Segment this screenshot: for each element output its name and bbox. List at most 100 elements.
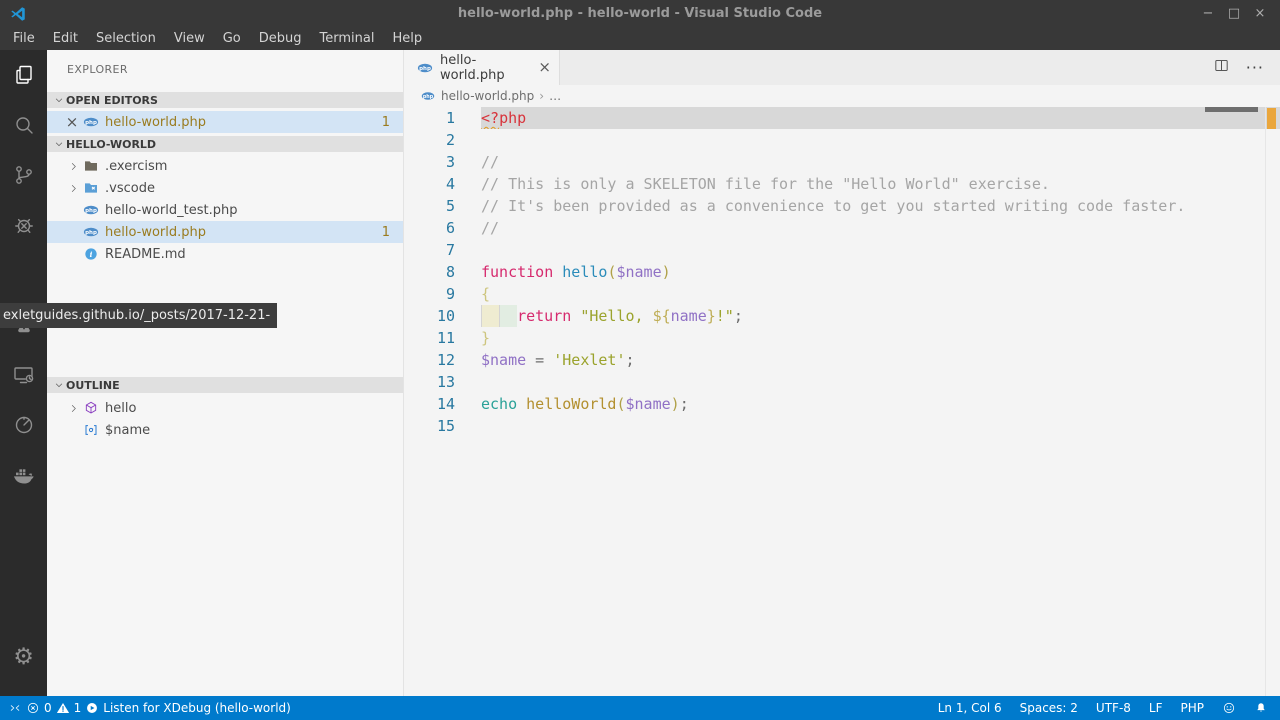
- file-tree: .exercism .vscodephphello-world_test.phpp…: [47, 155, 403, 265]
- minimize-button[interactable]: −: [1196, 3, 1220, 25]
- code-token: <?: [481, 109, 499, 127]
- menu-item-go[interactable]: Go: [214, 29, 250, 48]
- play-circle-icon: [85, 701, 99, 715]
- file-item-hello-world-test.php[interactable]: phphello-world_test.php: [47, 199, 403, 221]
- sidebar-title: EXPLORER: [47, 50, 403, 89]
- smiley-icon: [1222, 701, 1236, 715]
- menu-item-terminal[interactable]: Terminal: [311, 29, 384, 48]
- smiley-icon[interactable]: [1222, 701, 1236, 715]
- code-line[interactable]: 1<?php: [404, 107, 1280, 129]
- line-number[interactable]: 6: [404, 217, 481, 239]
- timer-icon[interactable]: [0, 400, 47, 450]
- code-line[interactable]: 9{: [404, 283, 1280, 305]
- chevron-right-icon[interactable]: [64, 161, 82, 172]
- code-line[interactable]: 2: [404, 129, 1280, 151]
- chevron-right-icon: ›: [539, 89, 544, 103]
- code-token: ;: [734, 307, 743, 325]
- code-line[interactable]: 8function hello($name): [404, 261, 1280, 283]
- line-number[interactable]: 8: [404, 261, 481, 283]
- status-label: PHP: [1181, 701, 1205, 715]
- open-editor-hello-world.php[interactable]: ×phphello-world.php1: [47, 111, 403, 133]
- line-number[interactable]: 15: [404, 415, 481, 437]
- menu-item-selection[interactable]: Selection: [87, 29, 165, 48]
- file-item-.vscode[interactable]: .vscode: [47, 177, 403, 199]
- status-utf-8[interactable]: UTF-8: [1096, 701, 1131, 715]
- menu-item-file[interactable]: File: [4, 29, 44, 48]
- bell-icon[interactable]: [1254, 701, 1268, 715]
- file-item-.exercism[interactable]: .exercism: [47, 155, 403, 177]
- menu-item-edit[interactable]: Edit: [44, 29, 87, 48]
- vscode-window: hello-world.php - hello-world - Visual S…: [0, 0, 1280, 720]
- open-editors-header[interactable]: OPEN EDITORS: [47, 92, 403, 108]
- close-icon[interactable]: ×: [64, 115, 80, 130]
- search-icon[interactable]: [0, 100, 47, 150]
- outline-item-hello[interactable]: hello: [47, 397, 403, 419]
- line-number[interactable]: 11: [404, 327, 481, 349]
- remote-monitor-icon[interactable]: [0, 350, 47, 400]
- outline-item--name[interactable]: $name: [47, 419, 403, 441]
- outline-label: OUTLINE: [66, 379, 120, 392]
- menu-item-view[interactable]: View: [165, 29, 214, 48]
- overview-ruler[interactable]: [1265, 107, 1280, 696]
- outline-header[interactable]: OUTLINE: [47, 377, 403, 393]
- line-number[interactable]: 13: [404, 371, 481, 393]
- status-spaces-2[interactable]: Spaces: 2: [1020, 701, 1078, 715]
- remote-icon[interactable]: [8, 701, 22, 715]
- remote-icon: [8, 701, 22, 715]
- line-number[interactable]: 1: [404, 107, 481, 129]
- line-number[interactable]: 12: [404, 349, 481, 371]
- settings-gear-icon[interactable]: ⚙: [0, 632, 47, 682]
- code-line[interactable]: 3//: [404, 151, 1280, 173]
- line-number[interactable]: 2: [404, 129, 481, 151]
- line-number[interactable]: 4: [404, 173, 481, 195]
- debug-icon[interactable]: [0, 200, 47, 250]
- line-number[interactable]: 5: [404, 195, 481, 217]
- status-ln-1-col-6[interactable]: Ln 1, Col 6: [938, 701, 1002, 715]
- chevron-down-icon: [52, 95, 66, 105]
- chevron-right-icon[interactable]: [64, 183, 82, 194]
- error-icon[interactable]: 0: [26, 701, 52, 715]
- code-token: [553, 263, 562, 281]
- warning-marker: [1267, 108, 1276, 129]
- play-circle-icon[interactable]: Listen for XDebug (hello-world): [85, 701, 291, 715]
- line-number[interactable]: 10: [404, 305, 481, 327]
- file-item-hello-world.php[interactable]: phphello-world.php1: [47, 221, 403, 243]
- source-control-icon[interactable]: [0, 150, 47, 200]
- code-line[interactable]: 15: [404, 415, 1280, 437]
- file-item-readme.md[interactable]: iREADME.md: [47, 243, 403, 265]
- code-line[interactable]: 14echo helloWorld($name);: [404, 393, 1280, 415]
- close-button[interactable]: ×: [1248, 3, 1272, 25]
- breadcrumb-file[interactable]: hello-world.php: [441, 89, 534, 103]
- code-line[interactable]: 10return "Hello, ${name}!";: [404, 305, 1280, 327]
- code-line[interactable]: 12$name = 'Hexlet';: [404, 349, 1280, 371]
- code-line[interactable]: 7: [404, 239, 1280, 261]
- chevron-right-icon[interactable]: [64, 403, 82, 414]
- tab-hello-world-php[interactable]: php hello-world.php ×: [404, 50, 560, 85]
- code-line[interactable]: 6//: [404, 217, 1280, 239]
- maximize-button[interactable]: □: [1222, 3, 1246, 25]
- code-line[interactable]: 13: [404, 371, 1280, 393]
- item-label: .exercism: [105, 159, 167, 174]
- status-lf[interactable]: LF: [1149, 701, 1163, 715]
- code-line[interactable]: 4// This is only a SKELETON file for the…: [404, 173, 1280, 195]
- line-number[interactable]: 7: [404, 239, 481, 261]
- code-editor[interactable]: 1<?php23//4// This is only a SKELETON fi…: [404, 107, 1280, 696]
- status-php[interactable]: PHP: [1181, 701, 1205, 715]
- code-line[interactable]: 5// It's been provided as a convenience …: [404, 195, 1280, 217]
- folder-section-header[interactable]: HELLO-WORLD: [47, 136, 403, 152]
- menu-item-debug[interactable]: Debug: [250, 29, 311, 48]
- line-number[interactable]: 9: [404, 283, 481, 305]
- tab-close-icon[interactable]: ×: [538, 60, 551, 75]
- files-icon[interactable]: [0, 50, 47, 100]
- code-line[interactable]: 11}: [404, 327, 1280, 349]
- scrollbar-thumb[interactable]: [1205, 107, 1258, 112]
- warning-icon[interactable]: 1: [56, 701, 82, 715]
- line-number[interactable]: 14: [404, 393, 481, 415]
- error-icon: [26, 701, 40, 715]
- docker-icon[interactable]: [0, 450, 47, 500]
- menu-item-help[interactable]: Help: [383, 29, 431, 48]
- breadcrumb-more[interactable]: …: [549, 89, 561, 103]
- split-editor-icon[interactable]: [1213, 57, 1230, 78]
- line-number[interactable]: 3: [404, 151, 481, 173]
- more-actions-icon[interactable]: ···: [1246, 58, 1264, 77]
